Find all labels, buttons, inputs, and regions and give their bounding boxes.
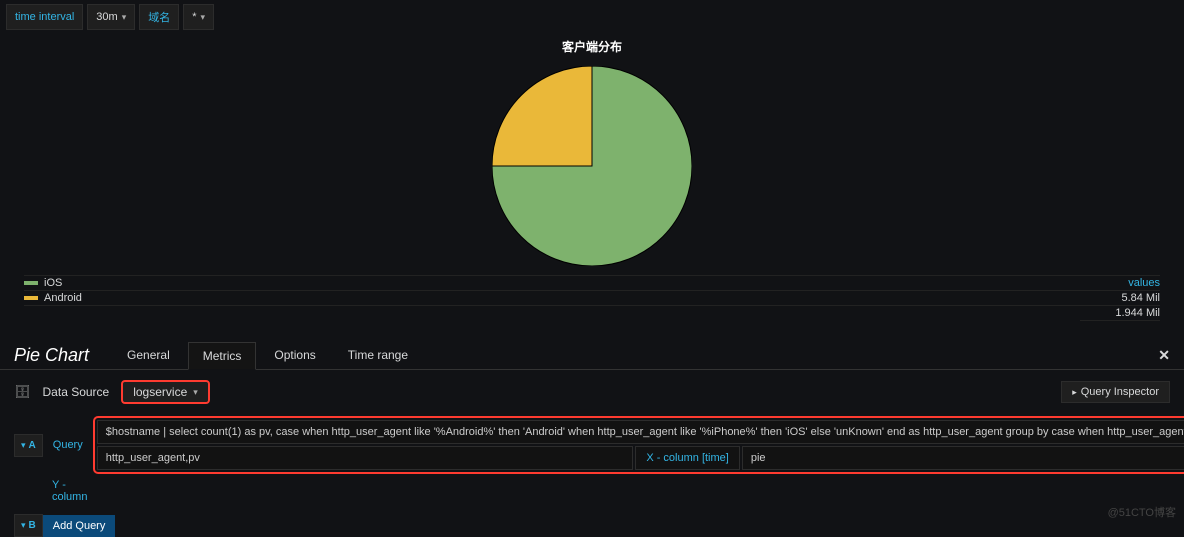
legend-item[interactable]: iOS bbox=[24, 275, 1080, 291]
xcolumn-label: X - column [time] bbox=[635, 446, 740, 470]
chevron-down-icon: ▾ bbox=[193, 387, 198, 398]
add-query-button[interactable]: Add Query bbox=[43, 515, 116, 537]
legend: iOS Android values 5.84 Mil 1.944 Mil bbox=[10, 271, 1174, 323]
legend-swatch-android bbox=[24, 296, 38, 300]
editor-tabs: Pie Chart General Metrics Options Time r… bbox=[0, 335, 1184, 370]
query-b-row: ▾ B Add Query bbox=[0, 514, 1184, 537]
query-inspector-button[interactable]: ▸Query Inspector bbox=[1061, 381, 1170, 403]
caret-right-icon: ▸ bbox=[1072, 387, 1077, 397]
legend-item[interactable]: Android bbox=[24, 291, 1080, 306]
datasource-row: 🗄 Data Source logservice ▾ ▸Query Inspec… bbox=[0, 370, 1184, 414]
ycolumn-label: Y - column bbox=[42, 474, 108, 508]
chevron-down-icon: ▾ bbox=[201, 12, 206, 23]
legend-value: 5.84 Mil bbox=[1080, 291, 1160, 306]
editor-title: Pie Chart bbox=[14, 345, 89, 366]
time-interval-label-button[interactable]: time interval bbox=[6, 4, 83, 30]
domain-label-button[interactable]: 域名 bbox=[139, 4, 179, 30]
query-letter-a: A bbox=[29, 440, 36, 451]
query-letter-b: B bbox=[29, 520, 36, 531]
tab-general[interactable]: General bbox=[113, 342, 184, 368]
query-a-block: ▾ A Query $hostname | select count(1) as… bbox=[0, 414, 1184, 514]
chart-panel: 客户端分布 iOS Android values 5.84 Mil 1.944 … bbox=[0, 38, 1184, 323]
query-label: Query bbox=[43, 434, 93, 456]
legend-value: 1.944 Mil bbox=[1080, 306, 1160, 321]
query-a-input[interactable]: $hostname | select count(1) as pv, case … bbox=[97, 420, 1184, 444]
ycolumn-input[interactable]: http_user_agent,pv bbox=[97, 446, 634, 470]
datasource-select[interactable]: logservice ▾ bbox=[121, 380, 210, 404]
domain-value-button[interactable]: * ▾ bbox=[183, 4, 214, 30]
tab-time-range[interactable]: Time range bbox=[334, 342, 422, 368]
legend-values-header[interactable]: values bbox=[1080, 275, 1160, 291]
legend-swatch-ios bbox=[24, 281, 38, 285]
tab-metrics[interactable]: Metrics bbox=[188, 342, 257, 370]
query-b-toggle[interactable]: ▾ B bbox=[14, 514, 43, 537]
datasource-label: Data Source bbox=[43, 385, 110, 399]
chevron-down-icon: ▾ bbox=[122, 12, 127, 23]
legend-label: iOS bbox=[44, 277, 62, 289]
pie-svg bbox=[492, 66, 692, 266]
time-interval-value-button[interactable]: 30m ▾ bbox=[87, 4, 135, 30]
top-toolbar: time interval 30m ▾ 域名 * ▾ bbox=[0, 0, 1184, 34]
watermark: @51CTO博客 bbox=[1108, 504, 1176, 520]
datasource-value: logservice bbox=[133, 385, 187, 399]
pie-chart bbox=[10, 61, 1174, 271]
chart-title: 客户端分布 bbox=[10, 38, 1174, 55]
xcolumn-input[interactable]: pie bbox=[742, 446, 1184, 470]
query-a-highlight-box: $hostname | select count(1) as pv, case … bbox=[93, 416, 1184, 474]
query-a-toggle[interactable]: ▾ A bbox=[14, 434, 43, 457]
domain-value: * bbox=[192, 11, 196, 23]
tab-options[interactable]: Options bbox=[260, 342, 329, 368]
legend-label: Android bbox=[44, 292, 82, 304]
pie-slice-android bbox=[492, 66, 592, 166]
chevron-down-icon: ▾ bbox=[21, 520, 26, 531]
time-interval-value: 30m bbox=[96, 11, 117, 23]
database-icon: 🗄 bbox=[14, 384, 31, 400]
chevron-down-icon: ▾ bbox=[21, 440, 26, 451]
close-icon[interactable]: ✕ bbox=[1158, 347, 1170, 364]
